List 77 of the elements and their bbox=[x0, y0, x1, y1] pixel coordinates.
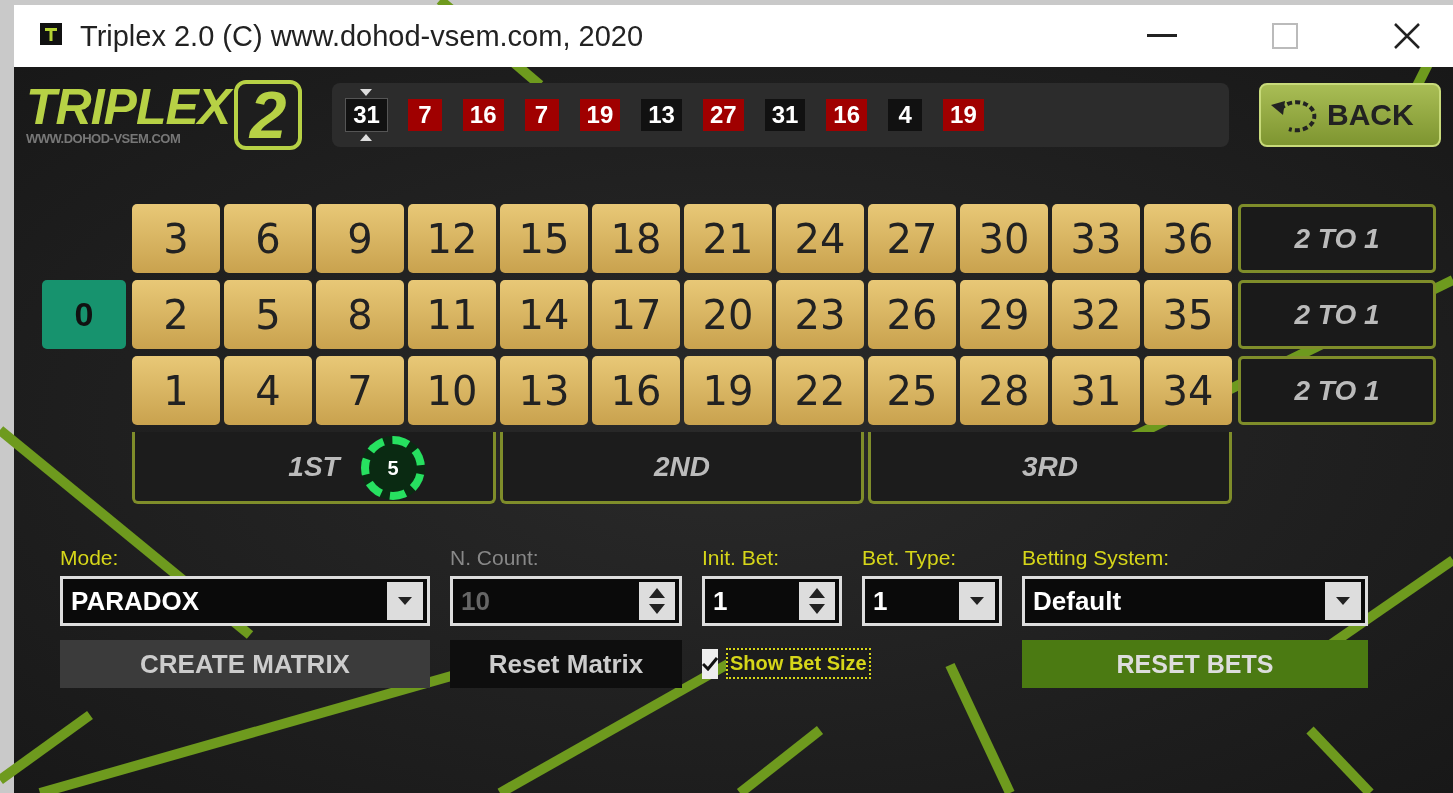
history-number: 31 bbox=[346, 98, 387, 131]
number-cell[interactable]: 1 bbox=[132, 356, 220, 425]
minimize-icon[interactable] bbox=[1147, 34, 1177, 38]
number-cell[interactable]: 25 bbox=[868, 356, 956, 425]
history-number: 4 bbox=[888, 98, 923, 131]
history-number: 16 bbox=[826, 98, 868, 131]
number-cell[interactable]: 22 bbox=[776, 356, 864, 425]
betting-system-dropdown[interactable]: Default bbox=[1022, 576, 1368, 626]
number-cell[interactable]: 17 bbox=[592, 280, 680, 349]
number-cell[interactable]: 15 bbox=[500, 204, 588, 273]
number-cell[interactable]: 24 bbox=[776, 204, 864, 273]
number-cell[interactable]: 20 bbox=[684, 280, 772, 349]
checkbox[interactable] bbox=[702, 648, 718, 679]
logo-version-badge: 2 bbox=[234, 79, 303, 150]
number-cell[interactable]: 12 bbox=[408, 204, 496, 273]
number-cell[interactable]: 27 bbox=[868, 204, 956, 273]
history-number: 31 bbox=[764, 98, 806, 131]
history-number: 7 bbox=[524, 98, 559, 131]
leader-line bbox=[1306, 726, 1374, 793]
checkmark-icon bbox=[702, 656, 718, 671]
dozen-bet-cell[interactable]: 2ND bbox=[500, 432, 864, 504]
number-cell[interactable]: 19 bbox=[684, 356, 772, 425]
reset-matrix-button[interactable]: Reset Matrix bbox=[450, 640, 682, 688]
number-cell[interactable]: 6 bbox=[224, 204, 312, 273]
arrow-down-icon bbox=[360, 88, 373, 96]
number-cell[interactable]: 7 bbox=[316, 356, 404, 425]
number-cell[interactable]: 18 bbox=[592, 204, 680, 273]
history-number: 19 bbox=[943, 98, 984, 131]
field-label: Betting System: bbox=[1022, 546, 1171, 570]
history-number: 27 bbox=[702, 98, 744, 131]
window-title: Triplex 2.0 (C) www.dohod-vsem.com, 2020 bbox=[80, 19, 645, 53]
field-label: Bet. Type: bbox=[862, 546, 958, 570]
field-label: Init. Bet: bbox=[702, 546, 781, 570]
history-number: 7 bbox=[407, 98, 442, 131]
spinner-arrows-icon bbox=[648, 586, 666, 616]
history-number: 13 bbox=[641, 98, 682, 131]
number-cell[interactable]: 29 bbox=[960, 280, 1048, 349]
history-number: 19 bbox=[579, 98, 621, 131]
number-cell[interactable]: 3 bbox=[132, 204, 220, 273]
dozen-bet-cell[interactable]: 1ST 5 bbox=[132, 432, 496, 504]
init-bet-spinner[interactable]: 1 bbox=[702, 576, 842, 626]
mode-dropdown[interactable]: PARADOX bbox=[60, 576, 430, 626]
number-cell[interactable]: 28 bbox=[960, 356, 1048, 425]
number-cell[interactable]: 8 bbox=[316, 280, 404, 349]
field-label: N. Count: bbox=[450, 546, 540, 570]
back-button[interactable]: BACK bbox=[1259, 82, 1441, 147]
logo-website: WWW.DOHOD-VSEM.COM bbox=[26, 131, 182, 146]
dozen-bet-cell[interactable]: 3RD bbox=[868, 432, 1232, 504]
number-cell[interactable]: 9 bbox=[316, 204, 404, 273]
checkbox-label[interactable]: Show Bet Size bbox=[726, 648, 871, 679]
caret-icon bbox=[970, 597, 984, 605]
caret-icon bbox=[1336, 597, 1350, 605]
number-cell[interactable]: 13 bbox=[500, 356, 588, 425]
create-matrix-button[interactable]: CREATE MATRIX bbox=[60, 640, 430, 688]
number-cell[interactable]: 4 bbox=[224, 356, 312, 425]
reset-bets-button[interactable]: RESET BETS bbox=[1022, 640, 1368, 688]
betting-chip: 5 bbox=[361, 436, 425, 500]
number-cell[interactable]: 10 bbox=[408, 356, 496, 425]
zero-cell[interactable]: 0 bbox=[42, 280, 126, 349]
number-cell[interactable]: 11 bbox=[408, 280, 496, 349]
bet-type-dropdown[interactable]: 1 bbox=[862, 576, 1002, 626]
number-cell[interactable]: 36 bbox=[1144, 204, 1232, 273]
column-bet-cell[interactable]: 2 TO 1 bbox=[1238, 204, 1436, 273]
number-cell[interactable]: 26 bbox=[868, 280, 956, 349]
spinner-arrows-icon bbox=[808, 586, 826, 616]
number-cell[interactable]: 30 bbox=[960, 204, 1048, 273]
field-label: Mode: bbox=[60, 546, 120, 570]
caret-icon bbox=[398, 597, 412, 605]
number-cell[interactable]: 5 bbox=[224, 280, 312, 349]
number-cell[interactable]: 23 bbox=[776, 280, 864, 349]
number-cell[interactable]: 14 bbox=[500, 280, 588, 349]
number-cell[interactable]: 21 bbox=[684, 204, 772, 273]
number-cell[interactable]: 2 bbox=[132, 280, 220, 349]
number-cell[interactable]: 16 bbox=[592, 356, 680, 425]
history-number: 16 bbox=[462, 98, 504, 131]
number-cell[interactable]: 33 bbox=[1052, 204, 1140, 273]
arrow-up-icon bbox=[360, 133, 373, 141]
